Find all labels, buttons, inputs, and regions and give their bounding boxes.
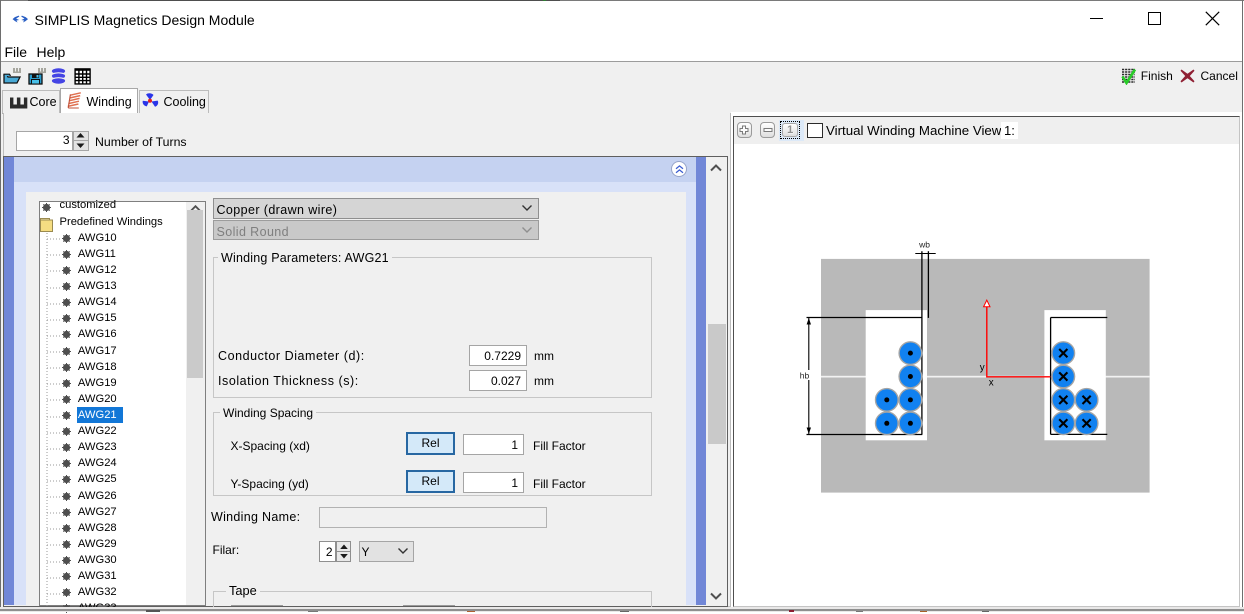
svg-text:x: x [989,377,994,388]
svg-text:wb: wb [918,239,930,249]
svg-text:hb: hb [800,370,810,380]
svg-text:y: y [980,362,985,373]
